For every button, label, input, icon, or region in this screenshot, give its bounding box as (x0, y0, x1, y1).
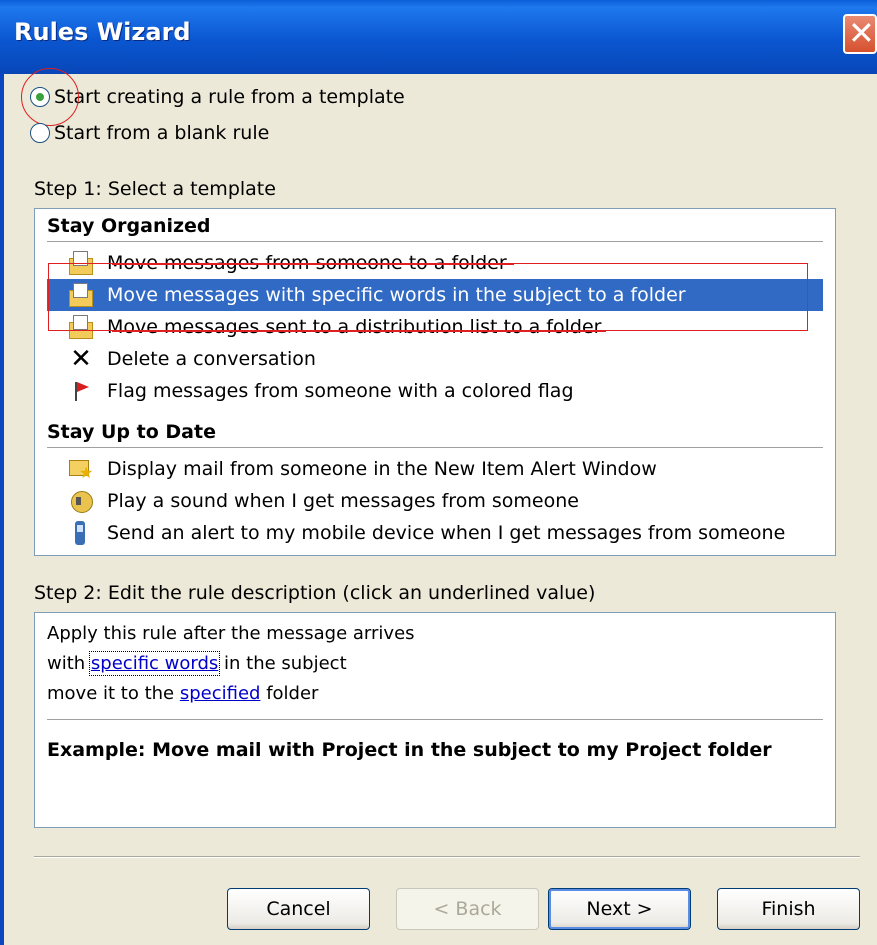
close-icon: ✕ (848, 14, 875, 52)
group-header-stay-organized: Stay Organized (47, 215, 823, 242)
cancel-button[interactable]: Cancel (227, 888, 370, 930)
close-button[interactable]: ✕ (843, 14, 877, 54)
specified-folder-link[interactable]: specified (180, 683, 261, 704)
group-header-stay-up-to-date: Stay Up to Date (47, 421, 823, 448)
flag-icon (69, 379, 93, 403)
new-item-alert-icon (69, 457, 93, 482)
description-text: folder (260, 683, 319, 704)
description-line: Apply this rule after the message arrive… (47, 623, 415, 644)
radio-blank[interactable]: Start from a blank rule (30, 118, 269, 148)
description-text: with (47, 653, 91, 674)
button-separator (34, 856, 860, 858)
sound-icon (69, 489, 93, 513)
template-item-new-item-alert[interactable]: Display mail from someone in the New Ite… (47, 453, 823, 485)
specific-words-link[interactable]: specific words (88, 651, 221, 676)
radio-template[interactable]: Start creating a rule from a template (30, 82, 405, 112)
radio-blank-label: Start from a blank rule (54, 122, 270, 144)
step1-label: Step 1: Select a template (34, 178, 276, 200)
description-text: move it to the (47, 683, 180, 704)
template-item-mobile-alert[interactable]: Send an alert to my mobile device when I… (47, 517, 823, 549)
rule-description-box: Apply this rule after the message arrive… (34, 612, 836, 828)
radio-template-label: Start creating a rule from a template (54, 86, 405, 108)
finish-button[interactable]: Finish (717, 888, 860, 930)
template-item-delete-conversation[interactable]: ✕ Delete a conversation (47, 343, 823, 375)
annotation-highlight-box (48, 263, 808, 331)
title-bar: Rules Wizard ✕ (0, 0, 877, 74)
mobile-device-icon (69, 521, 93, 545)
template-item-flag-messages[interactable]: Flag messages from someone with a colore… (47, 375, 823, 407)
description-divider (47, 719, 823, 720)
step2-label: Step 2: Edit the rule description (click… (34, 582, 596, 604)
next-button[interactable]: Next > (548, 888, 691, 930)
window-title: Rules Wizard (14, 18, 191, 46)
template-item-label: Send an alert to my mobile device when I… (107, 522, 786, 544)
template-item-label: Play a sound when I get messages from so… (107, 490, 579, 512)
back-button[interactable]: < Back (396, 888, 539, 930)
description-line: move it to the specified folder (47, 683, 318, 704)
description-text: in the subject (218, 653, 347, 674)
radio-button-unchecked[interactable] (30, 123, 50, 143)
delete-icon: ✕ (70, 344, 92, 374)
description-line: with specific words in the subject (47, 651, 347, 676)
example-text: Example: Move mail with Project in the s… (47, 739, 772, 761)
template-item-label: Flag messages from someone with a colore… (107, 380, 574, 402)
template-list[interactable]: Stay Organized Move messages from someon… (34, 208, 836, 556)
rules-wizard-window: Rules Wizard ✕ Start creating a rule fro… (0, 0, 877, 945)
template-item-play-sound[interactable]: Play a sound when I get messages from so… (47, 485, 823, 517)
template-item-label: Display mail from someone in the New Ite… (107, 458, 657, 480)
template-item-label: Delete a conversation (107, 348, 316, 370)
window-left-border (0, 74, 4, 945)
